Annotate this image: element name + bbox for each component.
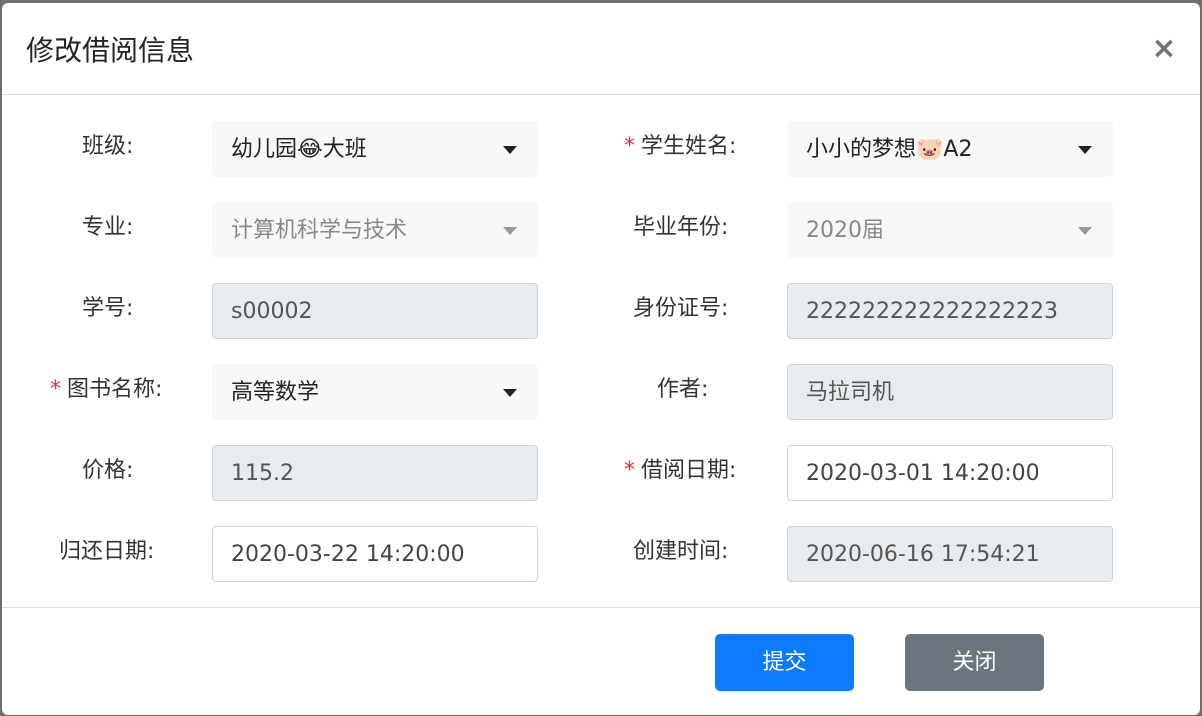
chevron-down-icon [503, 146, 517, 154]
modal-footer: 提交 关闭 [2, 607, 1200, 715]
student-no-field: s00002 [212, 283, 538, 339]
close-icon[interactable]: × [1150, 33, 1178, 65]
chevron-down-icon [1078, 146, 1092, 154]
price-label: 价格: [82, 458, 134, 483]
required-marker: * [624, 134, 635, 159]
chevron-down-icon [503, 389, 517, 397]
price-field: 115.2 [212, 445, 538, 501]
author-label: 作者: [657, 377, 709, 402]
class-select[interactable]: 幼儿园😂大班 [212, 121, 538, 177]
grad-year-select: 2020届 [787, 202, 1113, 258]
student-name-value: 小小的梦想🐷A2 [806, 137, 973, 162]
major-label: 专业: [82, 215, 134, 240]
id-card-label: 身份证号: [633, 296, 729, 321]
class-value: 幼儿园😂大班 [231, 137, 367, 162]
book-name-select[interactable]: 高等数学 [212, 364, 538, 420]
student-no-label: 学号: [82, 296, 134, 321]
modal-header: 修改借阅信息 × [2, 3, 1200, 95]
chevron-down-icon [503, 227, 517, 235]
create-time-field: 2020-06-16 17:54:21 [787, 526, 1113, 582]
return-date-input[interactable]: 2020-03-22 14:20:00 [212, 526, 538, 582]
book-name-label: * 图书名称: [50, 377, 163, 402]
edit-borrow-modal: 修改借阅信息 × 班级: 幼儿园😂大班 * 学生姓名: 小小的梦想🐷A2 专业: … [2, 3, 1200, 715]
required-marker: * [50, 377, 61, 402]
submit-button[interactable]: 提交 [715, 634, 854, 691]
return-date-label: 归还日期: [59, 539, 155, 564]
borrow-date-input[interactable]: 2020-03-01 14:20:00 [787, 445, 1113, 501]
book-name-value: 高等数学 [231, 380, 320, 405]
grad-year-label: 毕业年份: [633, 215, 729, 240]
grad-year-value: 2020届 [806, 218, 884, 243]
major-value: 计算机科学与技术 [231, 218, 408, 243]
required-marker: * [624, 458, 635, 483]
id-card-field: 222222222222222223 [787, 283, 1113, 339]
class-label: 班级: [82, 134, 134, 159]
create-time-label: 创建时间: [633, 539, 729, 564]
close-button[interactable]: 关闭 [905, 634, 1044, 691]
borrow-date-label: * 借阅日期: [624, 458, 737, 483]
modal-title: 修改借阅信息 [26, 34, 195, 67]
student-name-label: * 学生姓名: [624, 134, 737, 159]
student-name-select[interactable]: 小小的梦想🐷A2 [787, 121, 1113, 177]
author-field: 马拉司机 [787, 364, 1113, 420]
chevron-down-icon [1078, 227, 1092, 235]
major-select: 计算机科学与技术 [212, 202, 538, 258]
